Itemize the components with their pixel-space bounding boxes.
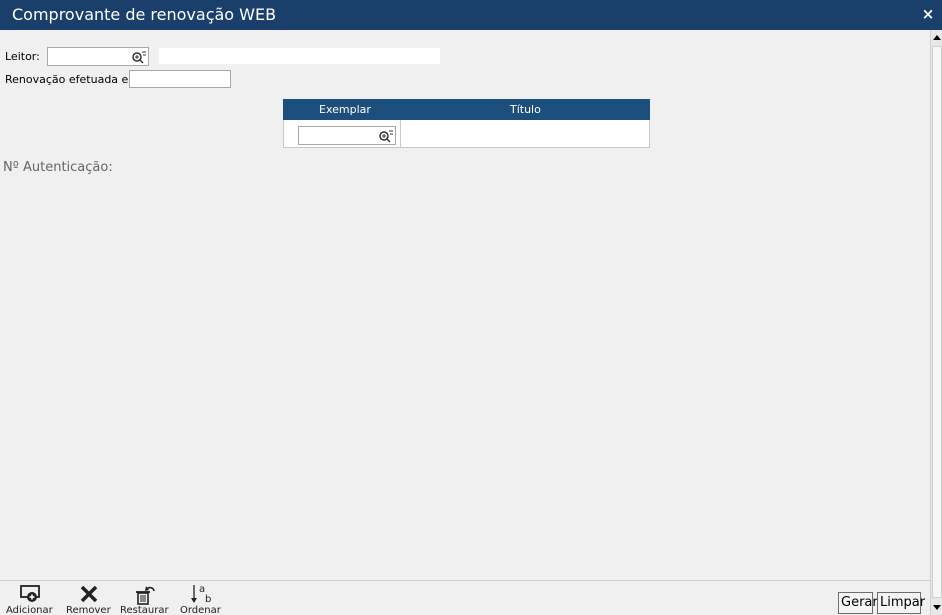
grid-column-exemplar[interactable]: Exemplar	[319, 103, 371, 116]
sort-icon: a b	[191, 584, 211, 604]
add-icon	[20, 585, 40, 602]
remove-button[interactable]: Remover	[66, 581, 112, 615]
limpar-button[interactable]: Limpar	[877, 592, 925, 614]
leitor-label: Leitor:	[5, 50, 40, 63]
restore-icon	[136, 586, 155, 605]
close-icon[interactable]: ×	[920, 5, 936, 23]
svg-text:b: b	[205, 594, 211, 604]
add-button-label: Adicionar	[6, 605, 53, 615]
grid-column-titulo[interactable]: Título	[510, 103, 541, 116]
renovacao-date-input[interactable]	[129, 70, 231, 88]
scroll-thumb[interactable]	[932, 46, 942, 598]
scroll-down-icon[interactable]	[931, 601, 942, 613]
remove-icon	[80, 585, 98, 603]
remove-button-label: Remover	[66, 605, 111, 615]
renovacao-label: Renovação efetuada em:	[5, 73, 143, 86]
gerar-button[interactable]: Gerar	[838, 592, 878, 614]
restore-button[interactable]: Restaurar	[120, 581, 172, 615]
vertical-scrollbar[interactable]	[930, 30, 942, 615]
scroll-up-icon[interactable]	[931, 32, 942, 44]
title-bar: Comprovante de renovação WEB ×	[0, 0, 942, 30]
add-button[interactable]: Adicionar	[6, 581, 56, 615]
column-divider	[400, 120, 401, 147]
sort-button[interactable]: a b Ordenar	[180, 581, 226, 615]
exemplar-grid: Exemplar Título	[283, 99, 650, 148]
restore-button-label: Restaurar	[120, 605, 169, 615]
sort-button-label: Ordenar	[180, 605, 221, 615]
search-icon[interactable]	[131, 50, 147, 64]
bottom-toolbar: Adicionar Remover Restaurar a b Ordenar	[0, 580, 930, 615]
grid-header: Exemplar Título	[283, 99, 650, 120]
table-row	[283, 120, 650, 148]
window-title: Comprovante de renovação WEB	[12, 5, 277, 24]
search-icon[interactable]	[378, 129, 394, 143]
leitor-description	[159, 48, 440, 64]
autenticacao-label: Nº Autenticação:	[3, 160, 113, 175]
